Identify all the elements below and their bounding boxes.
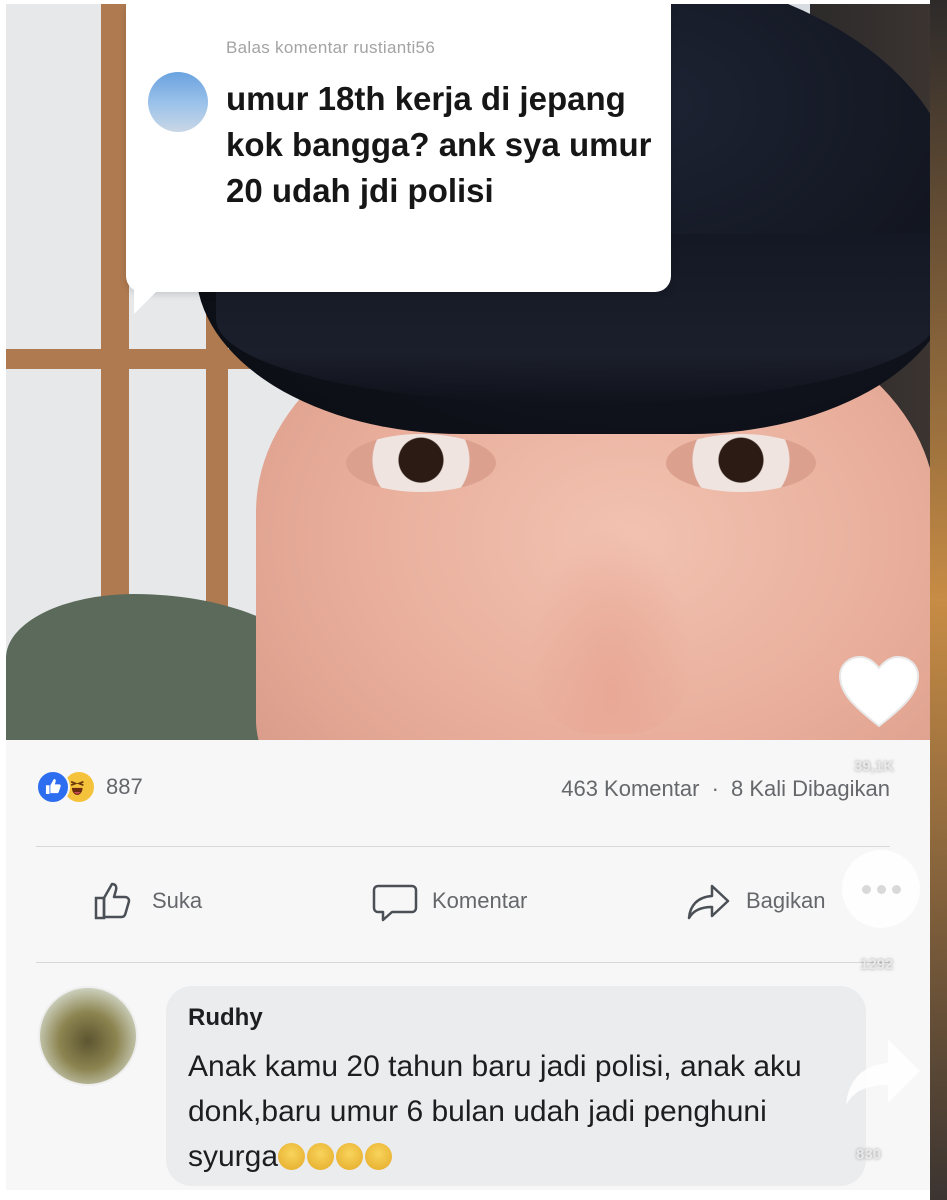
heart-icon[interactable]	[836, 654, 922, 730]
post-footer: 887 463 Komentar · 8 Kali Dibagikan Suka…	[6, 740, 930, 1190]
more-options-icon[interactable]	[842, 850, 920, 928]
shares-rail-count: 830	[856, 1146, 882, 1163]
divider-bottom	[36, 962, 890, 963]
crying-face-emoji	[278, 1143, 306, 1170]
reply-comment-text: umur 18th kerja di jepang kok bangga? an…	[226, 80, 652, 209]
like-button-label: Suka	[152, 888, 203, 913]
crying-face-emoji	[307, 1143, 335, 1170]
crying-face-emoji	[365, 1143, 393, 1170]
commenter-avatar[interactable]	[38, 986, 138, 1086]
reaction-count: 887	[106, 774, 143, 799]
share-button-label: Bagikan	[746, 888, 826, 913]
left-eye	[346, 434, 496, 492]
reaction-summary[interactable]: 887	[36, 770, 143, 804]
right-eye	[666, 434, 816, 492]
reply-header: Balas komentar rustianti56	[226, 38, 436, 57]
shares-count-link[interactable]: 8 Kali Dibagikan	[731, 776, 890, 801]
stats-separator: ·	[711, 776, 719, 801]
speech-bubble-icon	[372, 884, 418, 922]
post-stats: 463 Komentar · 8 Kali Dibagikan	[561, 776, 890, 802]
video-frame[interactable]: Balas komentar rustianti56 umur 18th ker…	[6, 4, 930, 740]
comment-button[interactable]: Komentar	[372, 880, 527, 922]
like-reaction-icon	[36, 770, 70, 804]
share-button[interactable]: Bagikan	[686, 880, 826, 922]
comments-rail-count: 1292	[860, 956, 894, 973]
crying-emoji-row	[278, 1140, 394, 1173]
person-nose	[526, 524, 696, 734]
reply-avatar	[148, 72, 208, 132]
reply-comment-card: Balas komentar rustianti56 umur 18th ker…	[126, 4, 671, 314]
likes-count: 39,1K	[854, 758, 895, 775]
share-rail-icon[interactable]	[842, 1033, 924, 1113]
comment-button-label: Komentar	[432, 888, 528, 913]
comments-count-link[interactable]: 463 Komentar	[561, 776, 699, 801]
comment-text: Anak kamu 20 tahun baru jadi polisi, ana…	[188, 1044, 848, 1179]
comment-author[interactable]: Rudhy	[188, 1004, 263, 1032]
share-arrow-icon	[687, 884, 730, 920]
right-edge-strip	[930, 0, 947, 1200]
thumbs-up-icon	[94, 882, 131, 920]
divider-top	[36, 846, 890, 847]
crying-face-emoji	[336, 1143, 364, 1170]
like-button[interactable]: Suka	[92, 880, 202, 922]
comment-bubble: Rudhy Anak kamu 20 tahun baru jadi polis…	[166, 986, 866, 1186]
